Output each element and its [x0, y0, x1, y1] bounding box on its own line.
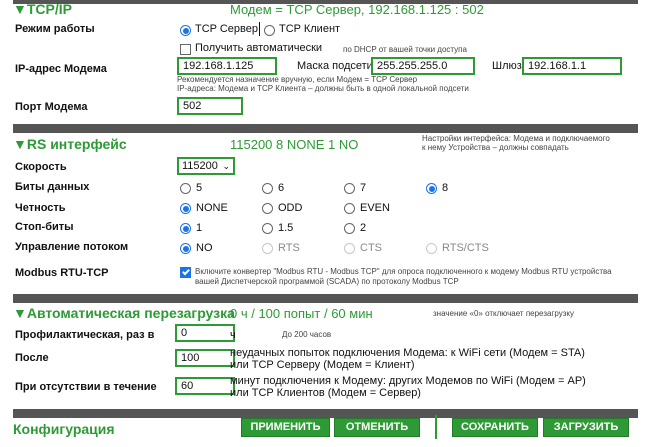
mode-label: Режим работы: [15, 23, 95, 35]
absent-text-2: или TCP Клиентов (Модем = Сервер): [230, 387, 421, 399]
speed-select[interactable]: 115200 ⌄: [177, 157, 235, 175]
stop-label: Стоп-биты: [15, 221, 74, 233]
prof-hint: До 200 часов: [282, 330, 332, 339]
parity-none-radio[interactable]: [180, 203, 191, 214]
stop-2-radio[interactable]: [344, 223, 355, 234]
stop-2-label: 2: [360, 222, 367, 234]
bits-8-label: 8: [442, 182, 449, 194]
speed-select-value: 115200: [182, 160, 218, 172]
parity-odd-radio[interactable]: [262, 203, 273, 214]
after-label: После: [15, 352, 49, 364]
flow-label: Управление потоком: [15, 241, 129, 253]
chevron-down-icon: ⌄: [222, 161, 230, 171]
apply-button[interactable]: ПРИМЕНИТЬ: [241, 418, 330, 437]
config-title: Конфигурация: [13, 421, 115, 437]
mask-input[interactable]: 255.255.255.0: [371, 57, 475, 75]
mode-server-label: TCP Сервер: [195, 23, 258, 35]
bits-label: Биты данных: [15, 181, 90, 193]
config-divider: [13, 409, 638, 418]
ip-note-2: IP-адреса: Модема и TCP Клиента – должны…: [177, 84, 469, 93]
gateway-label: Шлюз: [492, 60, 522, 72]
button-separator: [435, 415, 437, 439]
tcpip-status: Модем = TCP Сервер, 192.168.1.125 : 502: [230, 2, 484, 17]
bits-8-radio[interactable]: [426, 183, 437, 194]
flow-rtscts-label: RTS/CTS: [442, 242, 489, 254]
flow-cts-radio[interactable]: [344, 243, 355, 254]
prof-unit: ч: [230, 329, 236, 341]
stop-1-5-label: 1.5: [278, 222, 294, 234]
reboot-status: 0 ч / 100 попыт / 60 мин: [230, 306, 373, 321]
after-input[interactable]: 100: [175, 349, 235, 367]
load-button[interactable]: ЗАГРУЗИТЬ: [543, 418, 629, 437]
rs-note-2: к нему Устройства – должны совпадать: [422, 143, 569, 152]
modbus-label: Modbus RTU-TCP: [15, 267, 109, 279]
modbus-text-2: вашей Диспетчерской программой (SCADA) п…: [195, 277, 459, 286]
stop-1-radio[interactable]: [180, 223, 191, 234]
after-text-2: или TCP Серверу (Модем = Клиент): [230, 359, 415, 371]
flow-no-label: NO: [196, 242, 213, 254]
bits-7-label: 7: [360, 182, 367, 194]
prof-label: Профилактическая, раз в: [15, 329, 155, 341]
parity-even-radio[interactable]: [344, 203, 355, 214]
stop-1-5-radio[interactable]: [262, 223, 273, 234]
absent-text-1: минут подключения к Модему: других Модем…: [230, 375, 586, 387]
flow-no-radio[interactable]: [180, 243, 191, 254]
bits-6-radio[interactable]: [262, 183, 273, 194]
bits-5-label: 5: [196, 182, 203, 194]
port-input[interactable]: 502: [177, 97, 243, 115]
mode-client-radio[interactable]: [264, 25, 275, 36]
reboot-section-toggle[interactable]: ▼Автоматическая перезагрузка: [13, 305, 235, 321]
parity-even-label: EVEN: [360, 202, 390, 214]
parity-label: Четность: [15, 202, 66, 214]
port-label: Порт Модема: [15, 101, 88, 113]
reboot-divider: [13, 294, 638, 303]
save-button[interactable]: СОХРАНИТЬ: [452, 418, 538, 437]
gateway-input[interactable]: 192.168.1.1: [522, 57, 622, 75]
absent-label: При отсутствии в течение: [15, 381, 157, 393]
mode-server-radio[interactable]: [180, 25, 191, 36]
parity-none-label: NONE: [196, 202, 228, 214]
bits-5-radio[interactable]: [180, 183, 191, 194]
flow-rts-radio[interactable]: [262, 243, 273, 254]
modbus-text-1: Включите конвертер "Modbus RTU - Modbus …: [195, 267, 612, 276]
after-text-1: неудачных попыток подключения Модема: к …: [230, 347, 585, 359]
rs-section-toggle[interactable]: ▼RS интерфейс: [13, 136, 127, 152]
auto-ip-checkbox[interactable]: [180, 44, 191, 55]
modbus-checkbox[interactable]: [180, 267, 191, 278]
mode-client-label: TCP Клиент: [279, 23, 341, 35]
reboot-note: значение «0» отключает перезагрузку: [433, 309, 574, 318]
bits-6-label: 6: [278, 182, 285, 194]
tcpip-section-toggle[interactable]: ▼TCP/IP: [13, 1, 72, 17]
rs-divider: [13, 124, 638, 133]
auto-ip-label: Получить автоматически: [195, 42, 323, 54]
cancel-button[interactable]: ОТМЕНИТЬ: [334, 418, 420, 437]
parity-odd-label: ODD: [278, 202, 303, 214]
auto-ip-hint: по DHCP от вашей точки доступа: [343, 45, 467, 54]
bits-7-radio[interactable]: [344, 183, 355, 194]
ip-input[interactable]: 192.168.1.125: [177, 57, 277, 75]
mask-label: Маска подсети: [297, 60, 373, 72]
prof-input[interactable]: 0: [175, 324, 235, 342]
flow-rts-label: RTS: [278, 242, 300, 254]
mode-separator: [259, 22, 260, 36]
flow-cts-label: CTS: [360, 242, 382, 254]
flow-rtscts-radio[interactable]: [426, 243, 437, 254]
rs-status: 115200 8 NONE 1 NO: [230, 137, 359, 152]
stop-1-label: 1: [196, 222, 203, 234]
speed-label: Скорость: [15, 161, 67, 173]
absent-input[interactable]: 60: [175, 377, 235, 395]
ip-label: IP-адрес Модема: [15, 63, 107, 75]
